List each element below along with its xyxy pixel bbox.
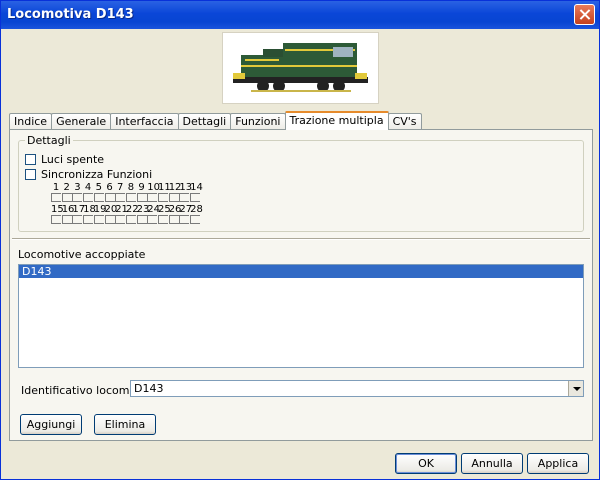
function-number-label: 1 bbox=[52, 182, 60, 193]
function-checkbox[interactable] bbox=[83, 193, 94, 202]
function-number-label: 9 bbox=[138, 182, 145, 193]
function-number-label: 13 bbox=[179, 182, 193, 193]
function-checkbox[interactable] bbox=[147, 215, 158, 224]
function-checkbox[interactable] bbox=[104, 193, 115, 202]
locomotive-picture bbox=[223, 33, 378, 103]
function-checkbox[interactable] bbox=[190, 215, 201, 224]
details-group: Dettagli Luci spente Sincronizza Funzion… bbox=[18, 134, 584, 232]
function-checkbox[interactable] bbox=[51, 215, 61, 224]
function-number-label: 15 bbox=[51, 204, 64, 215]
function-checkbox[interactable] bbox=[51, 193, 61, 202]
function-number-label: 27 bbox=[179, 204, 193, 215]
function-checkbox[interactable] bbox=[136, 193, 147, 202]
function-checkbox[interactable] bbox=[83, 215, 94, 224]
dialog-window: Locomotiva D143 Indice Generale Interfac… bbox=[0, 0, 600, 480]
details-group-title: Dettagli bbox=[25, 134, 73, 147]
delete-button[interactable]: Elimina bbox=[94, 414, 156, 435]
function-checkbox[interactable] bbox=[72, 193, 83, 202]
function-number-label: 2 bbox=[63, 182, 70, 193]
window-title: Locomotiva D143 bbox=[7, 7, 134, 22]
function-number-label: 14 bbox=[190, 182, 203, 193]
function-number-label: 7 bbox=[117, 182, 124, 193]
function-number-label: 25 bbox=[158, 204, 171, 215]
function-number-label: 12 bbox=[168, 182, 182, 193]
function-number-label: 18 bbox=[83, 204, 96, 215]
function-number-label: 16 bbox=[61, 204, 75, 215]
lights-off-label: Luci spente bbox=[41, 153, 105, 166]
function-checkbox[interactable] bbox=[179, 193, 190, 202]
function-number-label: 19 bbox=[93, 204, 107, 215]
sync-functions-checkbox[interactable]: Sincronizza Funzioni bbox=[25, 168, 152, 181]
tab-panel: Dettagli Luci spente Sincronizza Funzion… bbox=[9, 129, 593, 441]
locomotive-image bbox=[222, 32, 379, 104]
function-checkbox[interactable] bbox=[115, 193, 126, 202]
checkbox-box[interactable] bbox=[25, 169, 36, 180]
function-number-label: 3 bbox=[74, 182, 81, 193]
tab-indice[interactable]: Indice bbox=[9, 113, 53, 130]
function-number-label: 20 bbox=[104, 204, 118, 215]
function-checkbox[interactable] bbox=[115, 215, 126, 224]
sync-functions-label: Sincronizza Funzioni bbox=[41, 168, 153, 181]
function-checkbox[interactable] bbox=[158, 193, 168, 202]
function-number-label: 8 bbox=[127, 182, 135, 193]
function-number-label: 22 bbox=[125, 204, 139, 215]
separator bbox=[12, 238, 590, 240]
tab-cvs[interactable]: CV's bbox=[387, 113, 422, 130]
function-checkbox[interactable] bbox=[158, 215, 168, 224]
checkbox-box[interactable] bbox=[25, 154, 36, 165]
function-checkbox[interactable] bbox=[125, 193, 136, 202]
function-checkbox[interactable] bbox=[168, 215, 179, 224]
function-number-label: 23 bbox=[136, 204, 150, 215]
tab-generale[interactable]: Generale bbox=[51, 113, 112, 130]
locomotive-id-select[interactable]: D143 bbox=[130, 380, 584, 397]
chevron-down-icon[interactable] bbox=[568, 381, 583, 396]
function-checkbox[interactable] bbox=[179, 215, 190, 224]
lights-off-checkbox[interactable]: Luci spente bbox=[25, 153, 104, 166]
function-number-label: 28 bbox=[190, 204, 203, 215]
function-number-label: 10 bbox=[147, 182, 161, 193]
apply-button[interactable]: Applica bbox=[527, 453, 589, 474]
ok-button[interactable]: OK bbox=[395, 453, 457, 474]
locomotive-id-value: D143 bbox=[134, 382, 164, 395]
coupled-locomotives-label: Locomotive accoppiate bbox=[18, 248, 146, 261]
function-checkbox[interactable] bbox=[104, 215, 115, 224]
title-bar[interactable]: Locomotiva D143 bbox=[1, 1, 599, 29]
function-checkbox[interactable] bbox=[93, 193, 104, 202]
function-number-label: 4 bbox=[84, 182, 92, 193]
tab-strip: Indice Generale Interfaccia Dettagli Fun… bbox=[9, 111, 422, 130]
function-number-label: 11 bbox=[158, 182, 171, 193]
function-checkbox[interactable] bbox=[61, 193, 72, 202]
function-checkbox[interactable] bbox=[93, 215, 104, 224]
function-checkbox[interactable] bbox=[61, 215, 72, 224]
function-number-label: 24 bbox=[147, 204, 161, 215]
tab-funzioni[interactable]: Funzioni bbox=[230, 113, 286, 130]
list-item[interactable]: D143 bbox=[19, 265, 583, 278]
function-checkbox[interactable] bbox=[147, 193, 158, 202]
cancel-button[interactable]: Annulla bbox=[461, 453, 523, 474]
function-number-label: 26 bbox=[168, 204, 182, 215]
coupled-locomotives-list[interactable]: D143 bbox=[18, 264, 584, 368]
function-checkbox[interactable] bbox=[125, 215, 136, 224]
function-checkbox[interactable] bbox=[168, 193, 179, 202]
function-number-label: 6 bbox=[106, 182, 113, 193]
tab-dettagli[interactable]: Dettagli bbox=[177, 113, 232, 130]
tab-interfaccia[interactable]: Interfaccia bbox=[110, 113, 179, 130]
function-number-label: 17 bbox=[72, 204, 86, 215]
function-number-label: 21 bbox=[115, 204, 128, 215]
close-icon[interactable] bbox=[574, 4, 595, 25]
function-checkbox[interactable] bbox=[72, 215, 83, 224]
function-number-label: 5 bbox=[95, 182, 102, 193]
add-button[interactable]: Aggiungi bbox=[20, 414, 82, 435]
function-checkbox[interactable] bbox=[190, 193, 201, 202]
tab-trazione-multipla[interactable]: Trazione multipla bbox=[284, 111, 389, 130]
function-checkbox[interactable] bbox=[136, 215, 147, 224]
